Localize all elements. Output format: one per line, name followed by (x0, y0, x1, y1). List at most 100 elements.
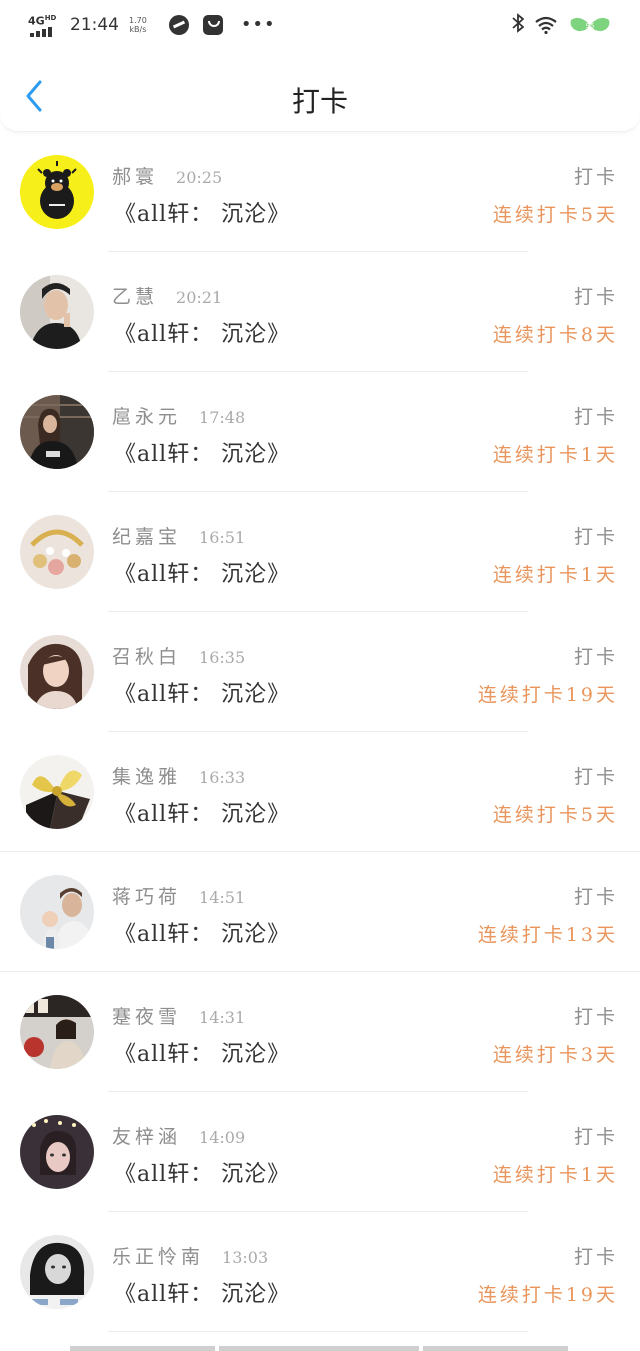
action-label: 打卡 (573, 646, 618, 668)
streak-label: 连续打卡13天 (477, 924, 618, 946)
divider (108, 1331, 528, 1332)
streak-label: 连续打卡5天 (492, 204, 618, 226)
book-title[interactable]: 《all轩： 沉沦》 (114, 1156, 290, 1188)
gold-bow-icon (20, 755, 94, 829)
user-name[interactable]: 扈永元 (112, 402, 181, 429)
bluetooth-icon (512, 12, 525, 38)
man-portrait-icon (20, 275, 94, 349)
battery-icon: 95 (568, 16, 612, 34)
user-name[interactable]: 召秋白 (112, 642, 181, 669)
divider (108, 1211, 528, 1212)
list-item[interactable]: 蒋巧荷 14:51 《all轩： 沉沦》 打卡 连续打卡13天 (0, 854, 640, 974)
wifi-icon (534, 16, 558, 34)
checkin-time: 14:09 (199, 1128, 246, 1147)
divider (108, 491, 528, 492)
action-label: 打卡 (573, 166, 618, 188)
avatar[interactable] (20, 995, 94, 1069)
action-label: 打卡 (573, 406, 618, 428)
network-sup: HD (44, 14, 57, 22)
divider (108, 611, 528, 612)
action-label: 打卡 (573, 286, 618, 308)
clock: 21:44 (70, 15, 119, 35)
notification-app-icon (168, 15, 189, 35)
action-label: 打卡 (573, 526, 618, 548)
avatar[interactable] (20, 275, 94, 349)
list-item[interactable]: 集逸雅 16:33 《all轩： 沉沦》 打卡 连续打卡5天 (0, 734, 640, 854)
girl-lights-icon (20, 1115, 94, 1189)
book-title[interactable]: 《all轩： 沉沦》 (114, 196, 290, 228)
checkin-time: 13:03 (222, 1248, 269, 1267)
list-item[interactable]: 蹇夜雪 14:31 《all轩： 沉沦》 打卡 连续打卡3天 (0, 974, 640, 1094)
action-label: 打卡 (573, 1246, 618, 1268)
action-label: 打卡 (573, 886, 618, 908)
user-name[interactable]: 集逸雅 (112, 762, 181, 789)
header: 打卡 (0, 50, 640, 132)
divider (108, 251, 528, 252)
book-title[interactable]: 《all轩： 沉沦》 (114, 316, 290, 348)
bear-icon (20, 155, 94, 229)
list-item[interactable]: 郝寰 20:25 《all轩： 沉沦》 打卡 连续打卡5天 (0, 134, 640, 254)
list-item[interactable]: 召秋白 16:35 《all轩： 沉沦》 打卡 连续打卡19天 (0, 614, 640, 734)
avatar[interactable] (20, 1235, 94, 1309)
book-title[interactable]: 《all轩： 沉沦》 (114, 1276, 290, 1308)
checkin-time: 20:21 (176, 288, 223, 307)
list-item[interactable]: 纪嘉宝 16:51 《all轩： 沉沦》 打卡 连续打卡1天 (0, 494, 640, 614)
network-type: 4G (28, 14, 45, 28)
woman-portrait-icon (20, 395, 94, 469)
status-bar: 4GHD 21:44 1.70 kB/s ••• 95 (0, 0, 640, 50)
user-name[interactable]: 郝寰 (112, 162, 158, 189)
divider (108, 731, 528, 732)
divider (108, 371, 528, 372)
checkin-list: 郝寰 20:25 《all轩： 沉沦》 打卡 连续打卡5天 乙慧 20:21 《… (0, 134, 640, 1334)
book-title[interactable]: 《all轩： 沉沦》 (114, 796, 290, 828)
streak-label: 连续打卡5天 (492, 804, 618, 826)
avatar[interactable] (20, 635, 94, 709)
user-name[interactable]: 蹇夜雪 (112, 1002, 181, 1029)
speed-value: 1.70 (129, 16, 147, 25)
action-label: 打卡 (573, 1006, 618, 1028)
avatar[interactable] (20, 395, 94, 469)
list-item[interactable]: 友梓涵 14:09 《all轩： 沉沦》 打卡 连续打卡1天 (0, 1094, 640, 1214)
streak-label: 连续打卡8天 (492, 324, 618, 346)
more-notifications-icon: ••• (240, 14, 276, 35)
street-photo-icon (20, 995, 94, 1069)
checkin-time: 16:35 (199, 648, 246, 667)
streak-label: 连续打卡1天 (492, 1164, 618, 1186)
avatar[interactable] (20, 755, 94, 829)
avatar[interactable] (20, 1115, 94, 1189)
streak-label: 连续打卡19天 (477, 1284, 618, 1306)
checkin-time: 14:31 (199, 1008, 246, 1027)
user-name[interactable]: 乐正怜南 (112, 1242, 204, 1269)
book-title[interactable]: 《all轩： 沉沦》 (114, 556, 290, 588)
avatar[interactable] (20, 875, 94, 949)
bw-girl-icon (20, 1235, 94, 1309)
checkin-time: 14:51 (199, 888, 246, 907)
shopping-bag-icon (202, 15, 223, 35)
checkin-time: 16:51 (199, 528, 246, 547)
list-item[interactable]: 乙慧 20:21 《all轩： 沉沦》 打卡 连续打卡8天 (0, 254, 640, 374)
book-title[interactable]: 《all轩： 沉沦》 (114, 1036, 290, 1068)
book-title[interactable]: 《all轩： 沉沦》 (114, 676, 290, 708)
streak-label: 连续打卡3天 (492, 1044, 618, 1066)
divider (0, 851, 640, 852)
action-label: 打卡 (573, 1126, 618, 1148)
divider (0, 971, 640, 972)
list-item[interactable]: 扈永元 17:48 《all轩： 沉沦》 打卡 连续打卡1天 (0, 374, 640, 494)
book-title[interactable]: 《all轩： 沉沦》 (114, 916, 290, 948)
speed-unit: kB/s (129, 25, 147, 34)
woman-portrait-icon (20, 635, 94, 709)
streak-label: 连续打卡1天 (492, 444, 618, 466)
network-speed: 1.70 kB/s (129, 16, 147, 34)
man-baby-icon (20, 875, 94, 949)
user-name[interactable]: 纪嘉宝 (112, 522, 181, 549)
user-name[interactable]: 乙慧 (112, 282, 158, 309)
status-right: 95 (512, 12, 612, 38)
signal-icon: 4GHD (28, 13, 58, 37)
user-name[interactable]: 友梓涵 (112, 1122, 181, 1149)
checkin-time: 17:48 (199, 408, 246, 427)
user-name[interactable]: 蒋巧荷 (112, 882, 181, 909)
list-item[interactable]: 乐正怜南 13:03 《all轩： 沉沦》 打卡 连续打卡19天 (0, 1214, 640, 1334)
avatar[interactable] (20, 155, 94, 229)
avatar[interactable] (20, 515, 94, 589)
book-title[interactable]: 《all轩： 沉沦》 (114, 436, 290, 468)
